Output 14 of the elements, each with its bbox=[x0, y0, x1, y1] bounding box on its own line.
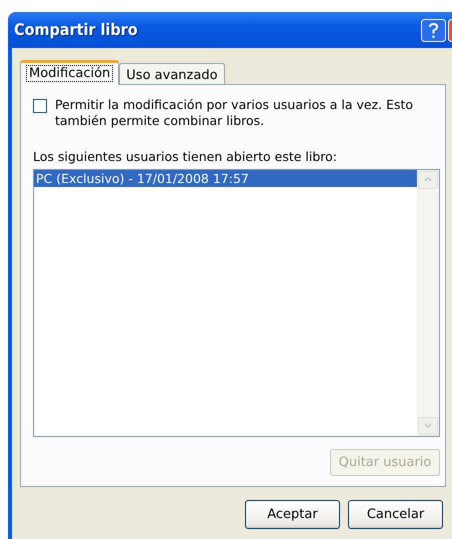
users-listbox[interactable]: PC (Exclusivo) - 17/01/2008 17:57 bbox=[33, 168, 440, 437]
checkbox[interactable] bbox=[33, 99, 47, 113]
checkbox-label: Permitir la modificación por varios usuarios a la vez. Esto también permite combinar libros. bbox=[55, 97, 414, 129]
tab[interactable]: Uso avanzado bbox=[119, 63, 225, 84]
tab[interactable]: Modificación bbox=[20, 60, 120, 85]
scrollbar[interactable] bbox=[417, 170, 439, 436]
help-icon[interactable] bbox=[421, 18, 446, 42]
scroll-down-icon[interactable] bbox=[424, 423, 432, 428]
window-title: Compartir libro bbox=[14, 19, 138, 41]
scroll-up-icon[interactable] bbox=[424, 177, 432, 182]
list-label: Los siguientes usuarios tienen abierto este libro: bbox=[33, 148, 338, 166]
dialog-button[interactable]: Cancelar bbox=[348, 500, 443, 529]
list-item[interactable]: PC (Exclusivo) - 17/01/2008 17:57 bbox=[34, 170, 417, 187]
dialog-button[interactable]: Aceptar bbox=[245, 500, 340, 529]
